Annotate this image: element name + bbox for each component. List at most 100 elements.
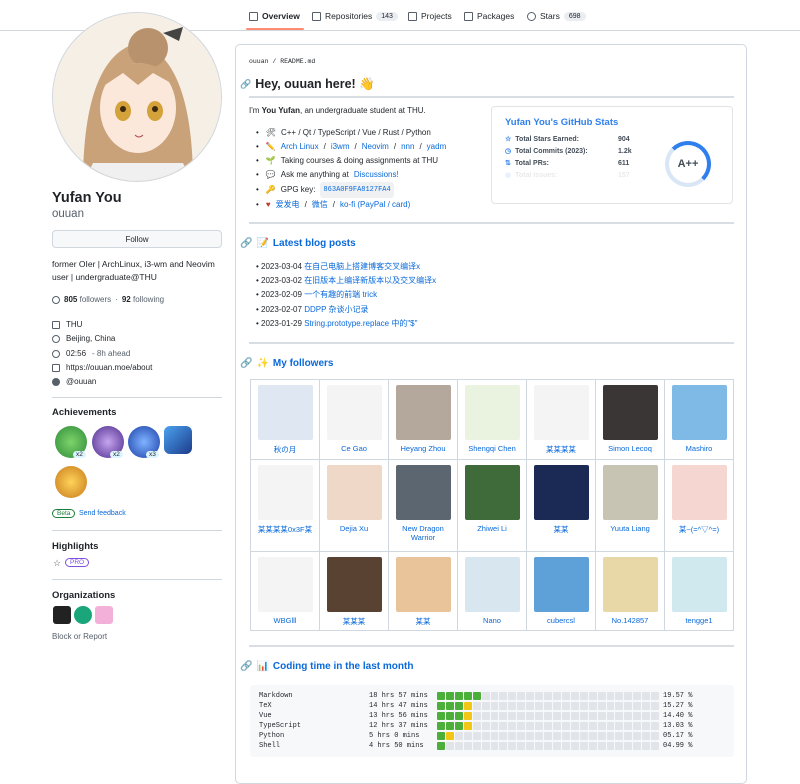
followers-row: 某某某某0x3F某 Dejia Xu New Dragon Warrior Zhiwe…: [250, 459, 734, 552]
bar-segment: [606, 702, 615, 710]
bar-segment: [517, 732, 526, 740]
tab-overview[interactable]: Overview: [249, 8, 300, 24]
github-stats-card[interactable]: Yufan You's GitHub Stats ☆ Total Stars Ea…: [491, 106, 733, 204]
follower-cell[interactable]: Yuuta Liang: [595, 459, 665, 552]
follower-cell[interactable]: 某某某: [319, 551, 389, 631]
bar-segment: [606, 722, 615, 730]
follower-cell[interactable]: 某~(=^▽^=): [664, 459, 734, 552]
coding-progress-bar: [437, 692, 660, 700]
tab-projects[interactable]: Projects: [408, 8, 452, 24]
follower-cell[interactable]: cubercsl: [526, 551, 596, 631]
bar-segment: [561, 722, 570, 730]
bar-segment: [570, 732, 579, 740]
coding-percent: 15.27 %: [663, 702, 693, 710]
send-feedback-link[interactable]: Send feedback: [79, 510, 126, 517]
bar-segment: [481, 722, 490, 730]
bar-segment: [508, 742, 517, 750]
bar-segment: [490, 732, 499, 740]
org-avatar-1[interactable]: [53, 606, 71, 624]
block-report-link[interactable]: Block or Report: [52, 632, 107, 641]
coding-row: TypeScript 12 hrs 37 mins 13.03 %: [259, 721, 692, 731]
follower-cell[interactable]: WBGlll: [250, 551, 320, 631]
coding-progress-bar: [437, 712, 660, 720]
follower-avatar: [395, 385, 451, 440]
follower-avatar: [257, 465, 313, 520]
tab-packages[interactable]: Packages: [464, 8, 514, 24]
location-icon: [52, 335, 60, 344]
bar-segment: [517, 742, 526, 750]
bar-segment: [526, 702, 535, 710]
coding-time: 13 hrs 56 mins: [369, 712, 428, 720]
profile-website[interactable]: https://ouuan.moe/about: [66, 361, 152, 375]
bar-segment: [437, 742, 445, 750]
follower-name: tengge1: [685, 616, 713, 625]
bar-segment: [437, 692, 445, 700]
follower-cell[interactable]: New Dragon Warrior: [388, 459, 458, 552]
follower-name: Simon Lecoq: [608, 444, 652, 453]
org-avatar-2[interactable]: [74, 606, 92, 624]
follower-cell[interactable]: 某某: [388, 551, 458, 631]
following-link[interactable]: 92 following: [122, 295, 164, 304]
coding-percent: 13.03 %: [663, 722, 693, 730]
bar-segment: [472, 692, 481, 700]
follower-cell[interactable]: Dejia Xu: [319, 459, 389, 552]
achievement-badge-4[interactable]: [164, 426, 192, 454]
bar-segment: [651, 712, 660, 720]
tab-stars[interactable]: Stars 698: [527, 8, 586, 24]
bar-segment: [615, 712, 624, 720]
follower-cell[interactable]: No.142857: [595, 551, 665, 631]
followers-link[interactable]: 805 followers: [64, 295, 111, 304]
coding-row: Python 5 hrs 0 mins 05.17 %: [259, 731, 692, 741]
coding-lang: TypeScript: [259, 722, 302, 730]
stat-row: ⇅ Total PRs: 611: [505, 159, 630, 168]
bar-segment: [544, 722, 552, 730]
bar-segment: [561, 702, 570, 710]
beta-badge: Beta: [52, 509, 76, 518]
bar-segment: [570, 742, 579, 750]
followers-row: 秋の月 Ce Gao Heyang Zhou Shengqi Chen 某某某某 Simo…: [250, 379, 734, 460]
follower-cell[interactable]: Simon Lecoq: [595, 379, 665, 460]
follower-cell[interactable]: Mashiro: [664, 379, 734, 460]
follower-cell[interactable]: Shengqi Chen: [457, 379, 527, 460]
profile-twitter[interactable]: @ouuan: [66, 375, 96, 389]
clock-icon: [52, 349, 60, 358]
bar-segment: [499, 722, 508, 730]
coding-percent: 14.40 %: [663, 712, 693, 720]
follower-cell[interactable]: Zhiwei Li: [457, 459, 527, 552]
follower-name: New Dragon Warrior: [402, 524, 444, 542]
highlights-title: Highlights: [52, 541, 99, 552]
bar-segment: [526, 712, 535, 720]
coding-heading: 🔗 📊 Coding time in the last month: [240, 661, 414, 672]
bar-segment: [588, 722, 597, 730]
bar-segment: [624, 742, 633, 750]
bar-segment: [552, 742, 561, 750]
bar-segment: [544, 742, 552, 750]
follower-cell[interactable]: Ce Gao: [319, 379, 389, 460]
divider: [249, 342, 734, 344]
follower-cell[interactable]: tengge1: [664, 551, 734, 631]
follower-cell[interactable]: Nano: [457, 551, 527, 631]
bar-segment: [535, 722, 544, 730]
twitter-icon: [52, 378, 60, 387]
org-avatar-3[interactable]: [95, 606, 113, 624]
bar-segment: [561, 732, 570, 740]
follower-name: 秋の月: [273, 445, 297, 454]
issue-icon: ◉: [505, 172, 512, 179]
avatar[interactable]: [52, 12, 222, 182]
blog-item: 2023-02-07 DDPP 杂谈小记录: [256, 303, 436, 317]
follow-button[interactable]: Follow: [52, 230, 222, 248]
follower-cell[interactable]: 某某某某: [526, 379, 596, 460]
follower-cell[interactable]: Heyang Zhou: [388, 379, 458, 460]
package-icon: [464, 11, 473, 21]
follower-cell[interactable]: 秋の月: [250, 379, 320, 460]
pull-request-icon: ⇅: [505, 160, 511, 167]
tab-repositories[interactable]: Repositories 143: [312, 8, 398, 24]
achievement-count: x2: [73, 451, 86, 458]
follower-avatar: [464, 385, 520, 440]
repo-count-badge: 143: [376, 11, 398, 21]
follower-cell[interactable]: 某某: [526, 459, 596, 552]
bar-segment: [445, 692, 454, 700]
follower-cell[interactable]: 某某某某0x3F某: [250, 459, 320, 552]
link-icon: [52, 364, 60, 373]
achievement-badge-5[interactable]: [55, 466, 87, 498]
